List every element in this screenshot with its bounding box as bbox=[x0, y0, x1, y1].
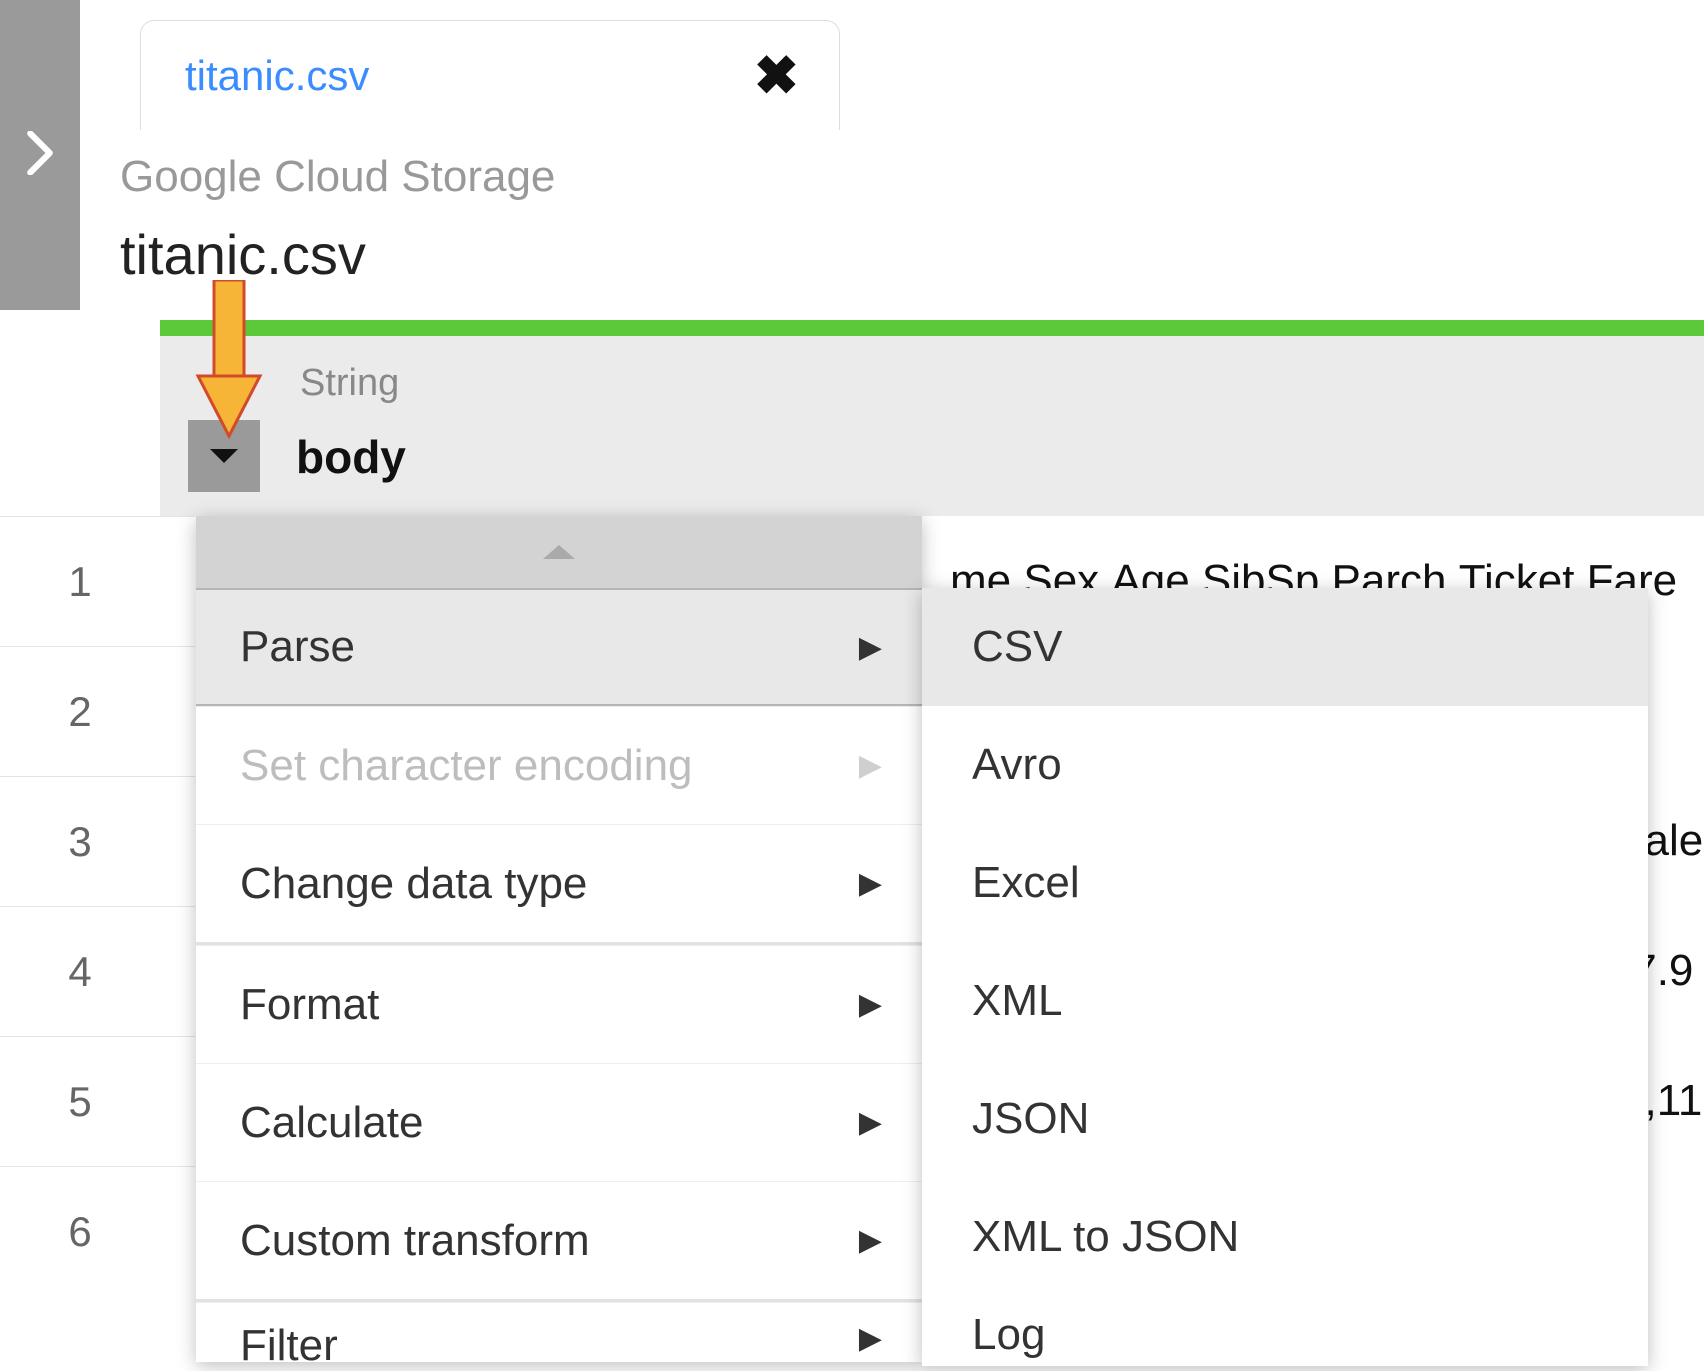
menu-item-format[interactable]: Format ▶ bbox=[196, 945, 922, 1063]
row-number: 5 bbox=[0, 1036, 160, 1166]
submenu-item-label: Excel bbox=[972, 858, 1080, 908]
submenu-item-label: XML to JSON bbox=[972, 1212, 1239, 1262]
chevron-right-icon: ▶ bbox=[859, 1105, 882, 1140]
row-numbers: 1 2 3 4 5 6 bbox=[0, 516, 160, 1296]
submenu-item-label: JSON bbox=[972, 1094, 1089, 1144]
menu-item-change-data-type[interactable]: Change data type ▶ bbox=[196, 824, 922, 942]
chevron-right-icon bbox=[25, 131, 55, 180]
submenu-item-label: Avro bbox=[972, 740, 1062, 790]
submenu-item-excel[interactable]: Excel bbox=[922, 824, 1648, 942]
submenu-item-label: XML bbox=[972, 976, 1062, 1026]
menu-item-parse[interactable]: Parse ▶ bbox=[196, 588, 922, 706]
submenu-item-log[interactable]: Log bbox=[922, 1296, 1648, 1366]
row-number: 2 bbox=[0, 646, 160, 776]
submenu-item-xml[interactable]: XML bbox=[922, 942, 1648, 1060]
menu-item-label: Set character encoding bbox=[240, 741, 693, 791]
menu-item-label: Calculate bbox=[240, 1098, 423, 1148]
menu-item-label: Parse bbox=[240, 622, 355, 672]
chevron-right-icon: ▶ bbox=[859, 1223, 882, 1258]
menu-item-filter[interactable]: Filter ▶ bbox=[196, 1302, 922, 1362]
file-title: titanic.csv bbox=[120, 222, 366, 287]
row-number: 3 bbox=[0, 776, 160, 906]
chevron-right-icon: ▶ bbox=[859, 987, 882, 1022]
submenu-item-json[interactable]: JSON bbox=[922, 1060, 1648, 1178]
menu-item-label: Custom transform bbox=[240, 1216, 590, 1266]
row-number: 4 bbox=[0, 906, 160, 1036]
row-number: 1 bbox=[0, 516, 160, 646]
annotation-arrow-icon bbox=[194, 280, 264, 440]
file-tab[interactable]: titanic.csv ✖ bbox=[140, 20, 840, 130]
submenu-item-label: CSV bbox=[972, 622, 1062, 672]
column-context-menu: Parse ▶ Set character encoding ▶ Change … bbox=[196, 516, 922, 1362]
parse-submenu: CSV Avro Excel XML JSON XML to JSON Log bbox=[922, 588, 1648, 1366]
chevron-right-icon: ▶ bbox=[859, 1321, 882, 1356]
column-name: body bbox=[296, 430, 406, 484]
submenu-item-csv[interactable]: CSV bbox=[922, 588, 1648, 706]
menu-item-label: Filter bbox=[240, 1321, 338, 1371]
data-quality-bar bbox=[160, 320, 1704, 336]
source-label: Google Cloud Storage bbox=[120, 152, 555, 202]
submenu-item-xml-to-json[interactable]: XML to JSON bbox=[922, 1178, 1648, 1296]
close-icon[interactable]: ✖ bbox=[754, 44, 799, 107]
column-type-label: String bbox=[300, 362, 399, 405]
submenu-item-avro[interactable]: Avro bbox=[922, 706, 1648, 824]
caret-down-icon bbox=[210, 449, 238, 463]
data-column-sliver bbox=[160, 516, 195, 1296]
file-tab-label: titanic.csv bbox=[185, 52, 369, 100]
menu-collapse-handle[interactable] bbox=[196, 516, 922, 588]
submenu-item-label: Log bbox=[972, 1310, 1045, 1360]
row-number: 6 bbox=[0, 1166, 160, 1296]
menu-item-label: Format bbox=[240, 980, 379, 1030]
chevron-right-icon: ▶ bbox=[859, 866, 882, 901]
sidebar-expand-handle[interactable] bbox=[0, 0, 80, 310]
menu-item-custom-transform[interactable]: Custom transform ▶ bbox=[196, 1181, 922, 1299]
menu-item-set-character-encoding: Set character encoding ▶ bbox=[196, 706, 922, 824]
caret-up-icon bbox=[543, 545, 575, 559]
chevron-right-icon: ▶ bbox=[859, 630, 882, 665]
chevron-right-icon: ▶ bbox=[859, 748, 882, 783]
menu-item-label: Change data type bbox=[240, 859, 587, 909]
menu-item-calculate[interactable]: Calculate ▶ bbox=[196, 1063, 922, 1181]
